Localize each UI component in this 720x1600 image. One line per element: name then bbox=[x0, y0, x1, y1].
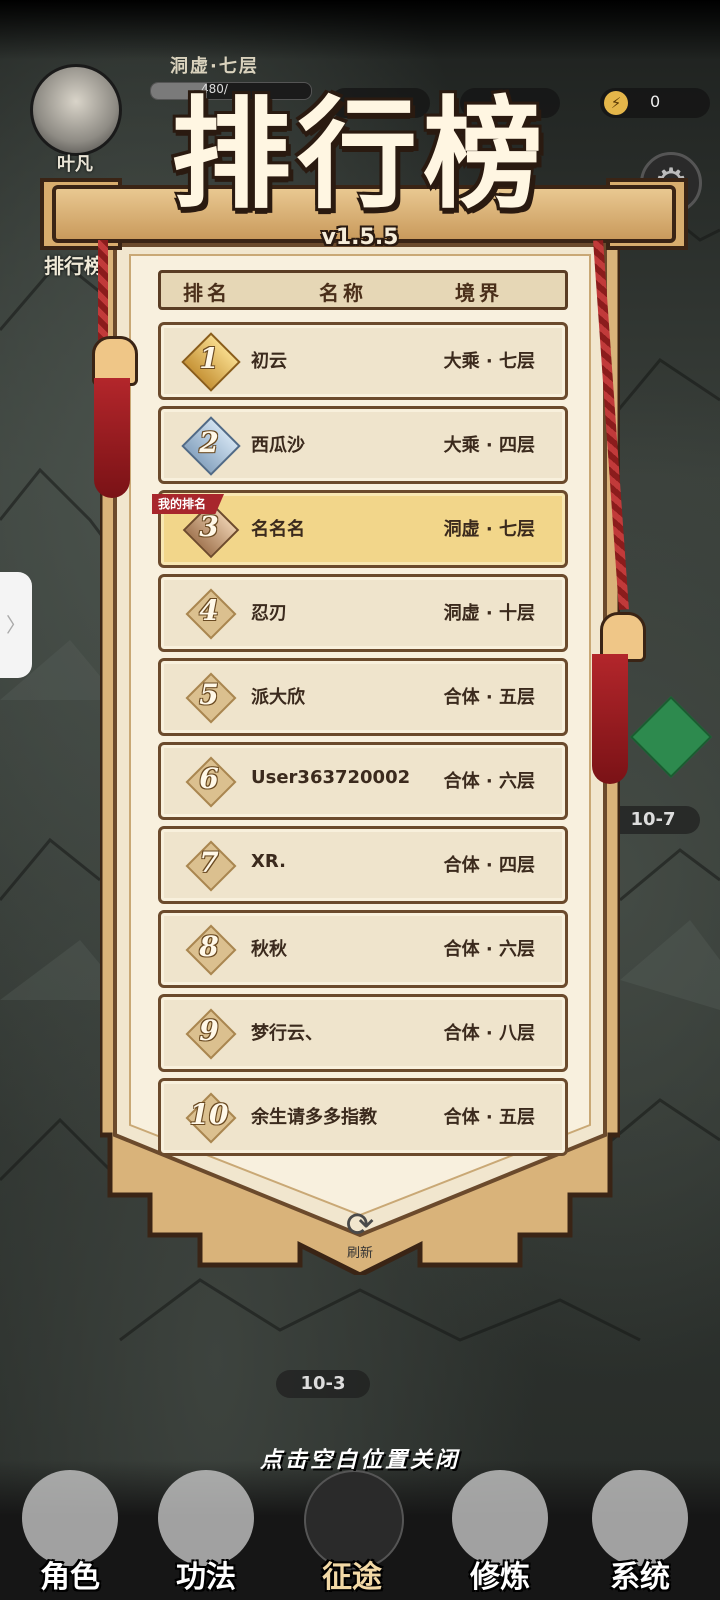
realm-cell: 合体 · 四层 bbox=[443, 855, 535, 876]
realm-cell: 合体 · 五层 bbox=[443, 1107, 535, 1128]
rank-badge-icon: 9 bbox=[185, 1008, 237, 1060]
rank-row[interactable]: 1 初云 大乘 · 七层 bbox=[158, 322, 568, 400]
realm-cell: 大乘 · 七层 bbox=[443, 351, 535, 372]
nav-item-journey[interactable]: 征途 bbox=[292, 1460, 412, 1600]
rank-number: 5 bbox=[199, 678, 219, 711]
player-name-cell: 余生请多多指教 bbox=[251, 1107, 377, 1128]
rank-number: 10 bbox=[189, 1098, 229, 1131]
realm-cell: 合体 · 六层 bbox=[443, 771, 535, 792]
leaderboard-header: 排名 名称 境界 bbox=[158, 270, 568, 310]
realm-cell: 合体 · 五层 bbox=[443, 687, 535, 708]
map-node-label-lower[interactable]: 10-3 bbox=[276, 1370, 370, 1398]
rank-badge-icon: 4 bbox=[185, 588, 237, 640]
sidebar-rank-label[interactable]: 排行榜 bbox=[44, 250, 104, 279]
nav-label: 征途 bbox=[322, 1560, 382, 1595]
rank-number: 2 bbox=[199, 426, 219, 459]
realm-cell: 洞虚 · 七层 bbox=[443, 519, 535, 540]
chevron-right-icon: 〉 bbox=[6, 613, 26, 637]
rank-badge-icon: 5 bbox=[185, 672, 237, 724]
close-hint: 点击空白位置关闭 bbox=[259, 1448, 460, 1473]
refresh-label: 刷新 bbox=[346, 1246, 373, 1261]
version-label: v1.5.5 bbox=[321, 225, 399, 250]
rank-number: 6 bbox=[199, 762, 219, 795]
player-name-cell: 名名名 bbox=[251, 519, 305, 540]
nav-item-scripture[interactable]: 功法 bbox=[146, 1460, 266, 1600]
nav-label: 功法 bbox=[176, 1560, 236, 1595]
nav-label: 角色 bbox=[40, 1560, 100, 1595]
rank-row[interactable]: 4 忍刃 洞虚 · 十层 bbox=[158, 574, 568, 652]
player-name-cell: 初云 bbox=[251, 351, 287, 372]
header-rank: 排名 bbox=[183, 281, 231, 305]
rank-row[interactable]: 7 XR. 合体 · 四层 bbox=[158, 826, 568, 904]
rank-row[interactable]: 8 秋秋 合体 · 六层 bbox=[158, 910, 568, 988]
rank-badge-icon: 6 bbox=[185, 756, 237, 808]
rank-row[interactable]: 5 派大欣 合体 · 五层 bbox=[158, 658, 568, 736]
nav-label: 系统 bbox=[610, 1560, 670, 1595]
nav-item-system[interactable]: 系统 bbox=[580, 1460, 700, 1600]
map-node-label-upper[interactable]: 10-7 bbox=[606, 806, 700, 834]
rank-number: 8 bbox=[199, 930, 219, 963]
rank-badge-icon: 10 bbox=[185, 1092, 237, 1144]
rank-badge-icon: 2 bbox=[181, 416, 241, 476]
rank-row[interactable]: 6 User363720002 合体 · 六层 bbox=[158, 742, 568, 820]
header-realm: 境界 bbox=[455, 281, 503, 305]
tassel-left bbox=[94, 378, 130, 498]
player-name-cell: User363720002 bbox=[251, 767, 411, 788]
player-name-cell: 秋秋 bbox=[251, 939, 287, 960]
player-name-cell: 派大欣 bbox=[251, 687, 305, 708]
player-name-cell: 忍刃 bbox=[251, 603, 287, 624]
my-rank-tag: 我的排名 bbox=[152, 494, 225, 514]
status-bar-shade bbox=[0, 0, 720, 60]
leaderboard-title: 排行榜 bbox=[171, 84, 549, 225]
side-drawer-handle[interactable]: 〉 bbox=[0, 572, 32, 678]
realm-cell: 合体 · 六层 bbox=[443, 939, 535, 960]
rank-number: 7 bbox=[199, 846, 219, 879]
player-name-cell: 西瓜沙 bbox=[251, 435, 305, 456]
rank-badge-icon: 7 bbox=[185, 840, 237, 892]
rank-badge-icon: 8 bbox=[185, 924, 237, 976]
rank-badge-icon: 1 bbox=[181, 332, 241, 392]
nav-item-cultivate[interactable]: 修炼 bbox=[440, 1460, 560, 1600]
rank-number: 9 bbox=[199, 1014, 219, 1047]
header-name: 名称 bbox=[319, 281, 367, 305]
realm-cell: 大乘 · 四层 bbox=[443, 435, 535, 456]
refresh-icon: ⟳ bbox=[345, 1205, 375, 1245]
nav-label: 修炼 bbox=[470, 1560, 530, 1595]
rank-row[interactable]: 10 余生请多多指教 合体 · 五层 bbox=[158, 1078, 568, 1156]
nav-item-character[interactable]: 角色 bbox=[10, 1460, 130, 1600]
realm-cell: 合体 · 八层 bbox=[443, 1023, 535, 1044]
player-name-cell: 梦行云、 bbox=[251, 1023, 323, 1044]
rank-row[interactable]: 9 梦行云、 合体 · 八层 bbox=[158, 994, 568, 1072]
rank-row[interactable]: 2 西瓜沙 大乘 · 四层 bbox=[158, 406, 568, 484]
tassel-cord-left bbox=[98, 240, 108, 340]
realm-cell: 洞虚 · 十层 bbox=[443, 603, 535, 624]
rank-number: 4 bbox=[199, 594, 219, 627]
rank-number: 3 bbox=[199, 510, 219, 543]
tassel-right bbox=[592, 654, 628, 784]
rank-number: 1 bbox=[199, 342, 219, 375]
player-name-cell: XR. bbox=[251, 851, 286, 872]
player-level: 洞虚·七层 bbox=[170, 56, 259, 77]
bottom-nav: 角色 功法 征途 修炼 系统 bbox=[0, 1460, 720, 1600]
refresh-button[interactable]: ⟳ 刷新 bbox=[330, 1208, 390, 1261]
